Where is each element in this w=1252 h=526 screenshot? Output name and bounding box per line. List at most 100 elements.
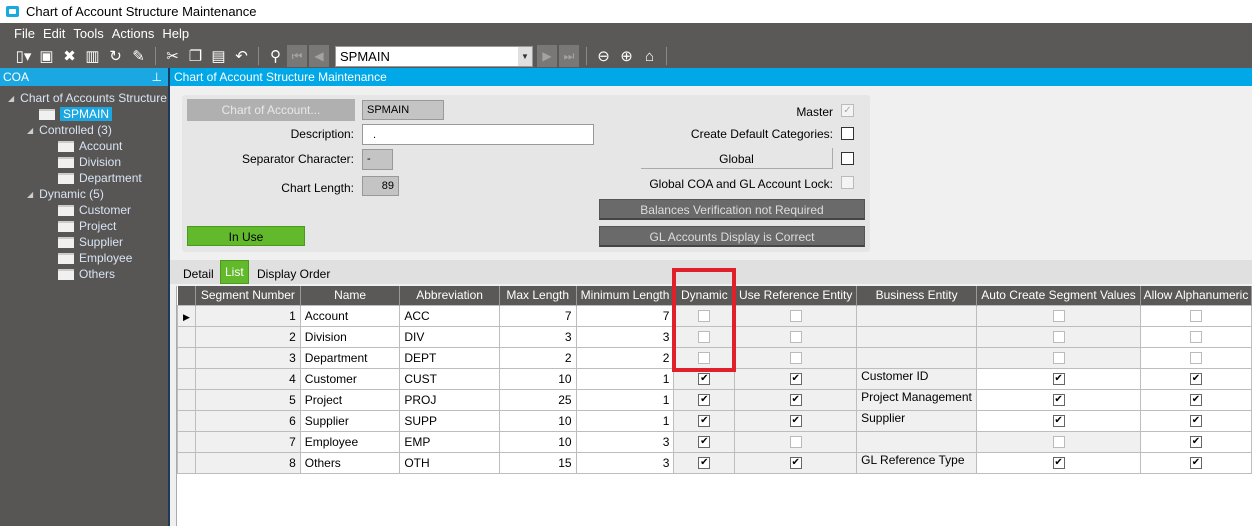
minimum-length-cell[interactable]: 3 (575, 325, 675, 348)
auto-create-cell[interactable]: ✔ (976, 367, 1141, 390)
auto-create-cell[interactable] (976, 304, 1141, 327)
tree-item-project[interactable]: Project (58, 218, 116, 234)
name-cell[interactable]: Employee (299, 430, 401, 453)
segment-number-cell[interactable]: 4 (194, 367, 301, 390)
checkbox[interactable]: ✔ (1052, 457, 1065, 470)
row-selector[interactable] (177, 451, 196, 474)
minimum-length-cell[interactable]: 3 (575, 430, 675, 453)
allow-alphanumeric-cell[interactable]: ✔ (1139, 430, 1252, 453)
cut-icon[interactable]: ✂ (161, 45, 184, 67)
tab-detail[interactable]: Detail (183, 267, 214, 281)
checkbox[interactable]: ✔ (1052, 394, 1065, 407)
row-selector[interactable] (177, 367, 196, 390)
business-entity-cell[interactable]: Supplier (856, 409, 978, 432)
max-length-cell[interactable]: 15 (498, 451, 577, 474)
abbreviation-cell[interactable]: ACC (399, 304, 500, 327)
checkbox[interactable]: ✔ (698, 457, 711, 470)
checkbox[interactable]: ✔ (789, 457, 802, 470)
row-selector[interactable] (177, 430, 196, 453)
column-header-minimum-length[interactable]: Minimum Length (576, 286, 675, 305)
name-cell[interactable]: Supplier (299, 409, 401, 432)
abbreviation-cell[interactable]: DIV (399, 325, 500, 348)
menu-tools[interactable]: Tools (73, 26, 103, 41)
clear-icon[interactable]: ✎ (127, 45, 150, 67)
max-length-cell[interactable]: 25 (498, 388, 577, 411)
delete-icon[interactable]: ✖ (58, 45, 81, 67)
undo-icon[interactable]: ↶ (230, 45, 253, 67)
tree-item-account[interactable]: Account (58, 138, 122, 154)
allow-alphanumeric-cell[interactable] (1139, 325, 1252, 348)
business-entity-cell[interactable]: GL Reference Type (856, 451, 978, 474)
row-selector[interactable] (177, 346, 196, 369)
tree-group-controlled[interactable]: ◢ Controlled (3) (27, 122, 112, 138)
tree-item-department[interactable]: Department (58, 170, 142, 186)
segment-number-cell[interactable]: 7 (194, 430, 301, 453)
business-entity-cell[interactable] (856, 430, 978, 453)
column-header-use-reference-entity[interactable]: Use Reference Entity (734, 286, 858, 305)
checkbox[interactable] (1052, 310, 1065, 323)
paste-icon[interactable]: ▤ (207, 45, 230, 67)
table-row[interactable]: 5 Project PROJ 25 1 ✔ ✔ Project Management ✔ ✔ (177, 388, 1252, 411)
max-length-cell[interactable]: 3 (498, 325, 577, 348)
checkbox[interactable]: ✔ (1189, 436, 1202, 449)
auto-create-cell[interactable] (976, 430, 1141, 453)
new-icon[interactable]: ▯▾ (12, 45, 35, 67)
balances-verification-button[interactable]: Balances Verification not Required (599, 199, 865, 220)
checkbox[interactable] (1189, 352, 1202, 365)
use-reference-entity-cell[interactable]: ✔ (734, 409, 858, 432)
save-icon[interactable]: ▣ (35, 45, 58, 67)
use-reference-entity-cell[interactable]: ✔ (734, 451, 858, 474)
minimum-length-cell[interactable]: 2 (575, 346, 675, 369)
tree-item-others[interactable]: Others (58, 266, 115, 282)
description-input[interactable]: . (362, 124, 594, 145)
auto-create-cell[interactable]: ✔ (976, 409, 1141, 432)
checkbox[interactable]: ✔ (1189, 457, 1202, 470)
checkbox[interactable]: ✔ (698, 394, 711, 407)
use-reference-entity-cell[interactable] (734, 430, 858, 453)
first-record-icon[interactable]: ⏮ (287, 45, 307, 67)
global-button[interactable]: Global (641, 148, 833, 169)
global-checkbox[interactable] (841, 152, 854, 165)
abbreviation-cell[interactable]: PROJ (399, 388, 500, 411)
abbreviation-cell[interactable]: DEPT (399, 346, 500, 369)
checkbox[interactable] (1189, 331, 1202, 344)
allow-alphanumeric-cell[interactable]: ✔ (1139, 367, 1252, 390)
name-cell[interactable]: Department (299, 346, 401, 369)
menu-actions[interactable]: Actions (112, 26, 155, 41)
checkbox[interactable]: ✔ (1189, 373, 1202, 386)
column-header-allow-alphanumeric[interactable]: Allow Alphanumeric (1140, 286, 1252, 305)
business-entity-cell[interactable] (856, 325, 978, 348)
menu-help[interactable]: Help (162, 26, 189, 41)
abbreviation-cell[interactable]: CUST (399, 367, 500, 390)
segment-number-cell[interactable]: 3 (194, 346, 301, 369)
max-length-cell[interactable]: 10 (498, 430, 577, 453)
checkbox[interactable]: ✔ (698, 436, 711, 449)
business-entity-cell[interactable]: Customer ID (856, 367, 978, 390)
column-header-auto-create-segment-values[interactable]: Auto Create Segment Values (976, 286, 1141, 305)
allow-alphanumeric-cell[interactable]: ✔ (1139, 451, 1252, 474)
minimum-length-cell[interactable]: 1 (575, 409, 675, 432)
auto-create-cell[interactable]: ✔ (976, 451, 1141, 474)
tree-item-division[interactable]: Division (58, 154, 121, 170)
checkbox[interactable]: ✔ (789, 394, 802, 407)
checkbox[interactable] (1052, 436, 1065, 449)
dynamic-cell[interactable]: ✔ (673, 451, 736, 474)
separator-input[interactable]: - (362, 149, 393, 170)
pin-icon[interactable]: ⊥ (152, 70, 162, 84)
tree-item-employee[interactable]: Employee (58, 250, 132, 266)
checkbox[interactable]: ✔ (698, 415, 711, 428)
tree-item-supplier[interactable]: Supplier (58, 234, 123, 250)
max-length-cell[interactable]: 7 (498, 304, 577, 327)
segment-number-cell[interactable]: 2 (194, 325, 301, 348)
segment-number-cell[interactable]: 6 (194, 409, 301, 432)
row-selector[interactable] (177, 409, 196, 432)
last-record-icon[interactable]: ⏭ (559, 45, 579, 67)
menu-edit[interactable]: Edit (43, 26, 65, 41)
allow-alphanumeric-cell[interactable] (1139, 304, 1252, 327)
segment-number-cell[interactable]: 8 (194, 451, 301, 474)
expand-icon[interactable]: ◢ (27, 190, 33, 199)
book-icon[interactable]: ▥ (81, 45, 104, 67)
name-cell[interactable]: Project (299, 388, 401, 411)
create-default-categories-checkbox[interactable] (841, 127, 854, 140)
allow-alphanumeric-cell[interactable]: ✔ (1139, 388, 1252, 411)
